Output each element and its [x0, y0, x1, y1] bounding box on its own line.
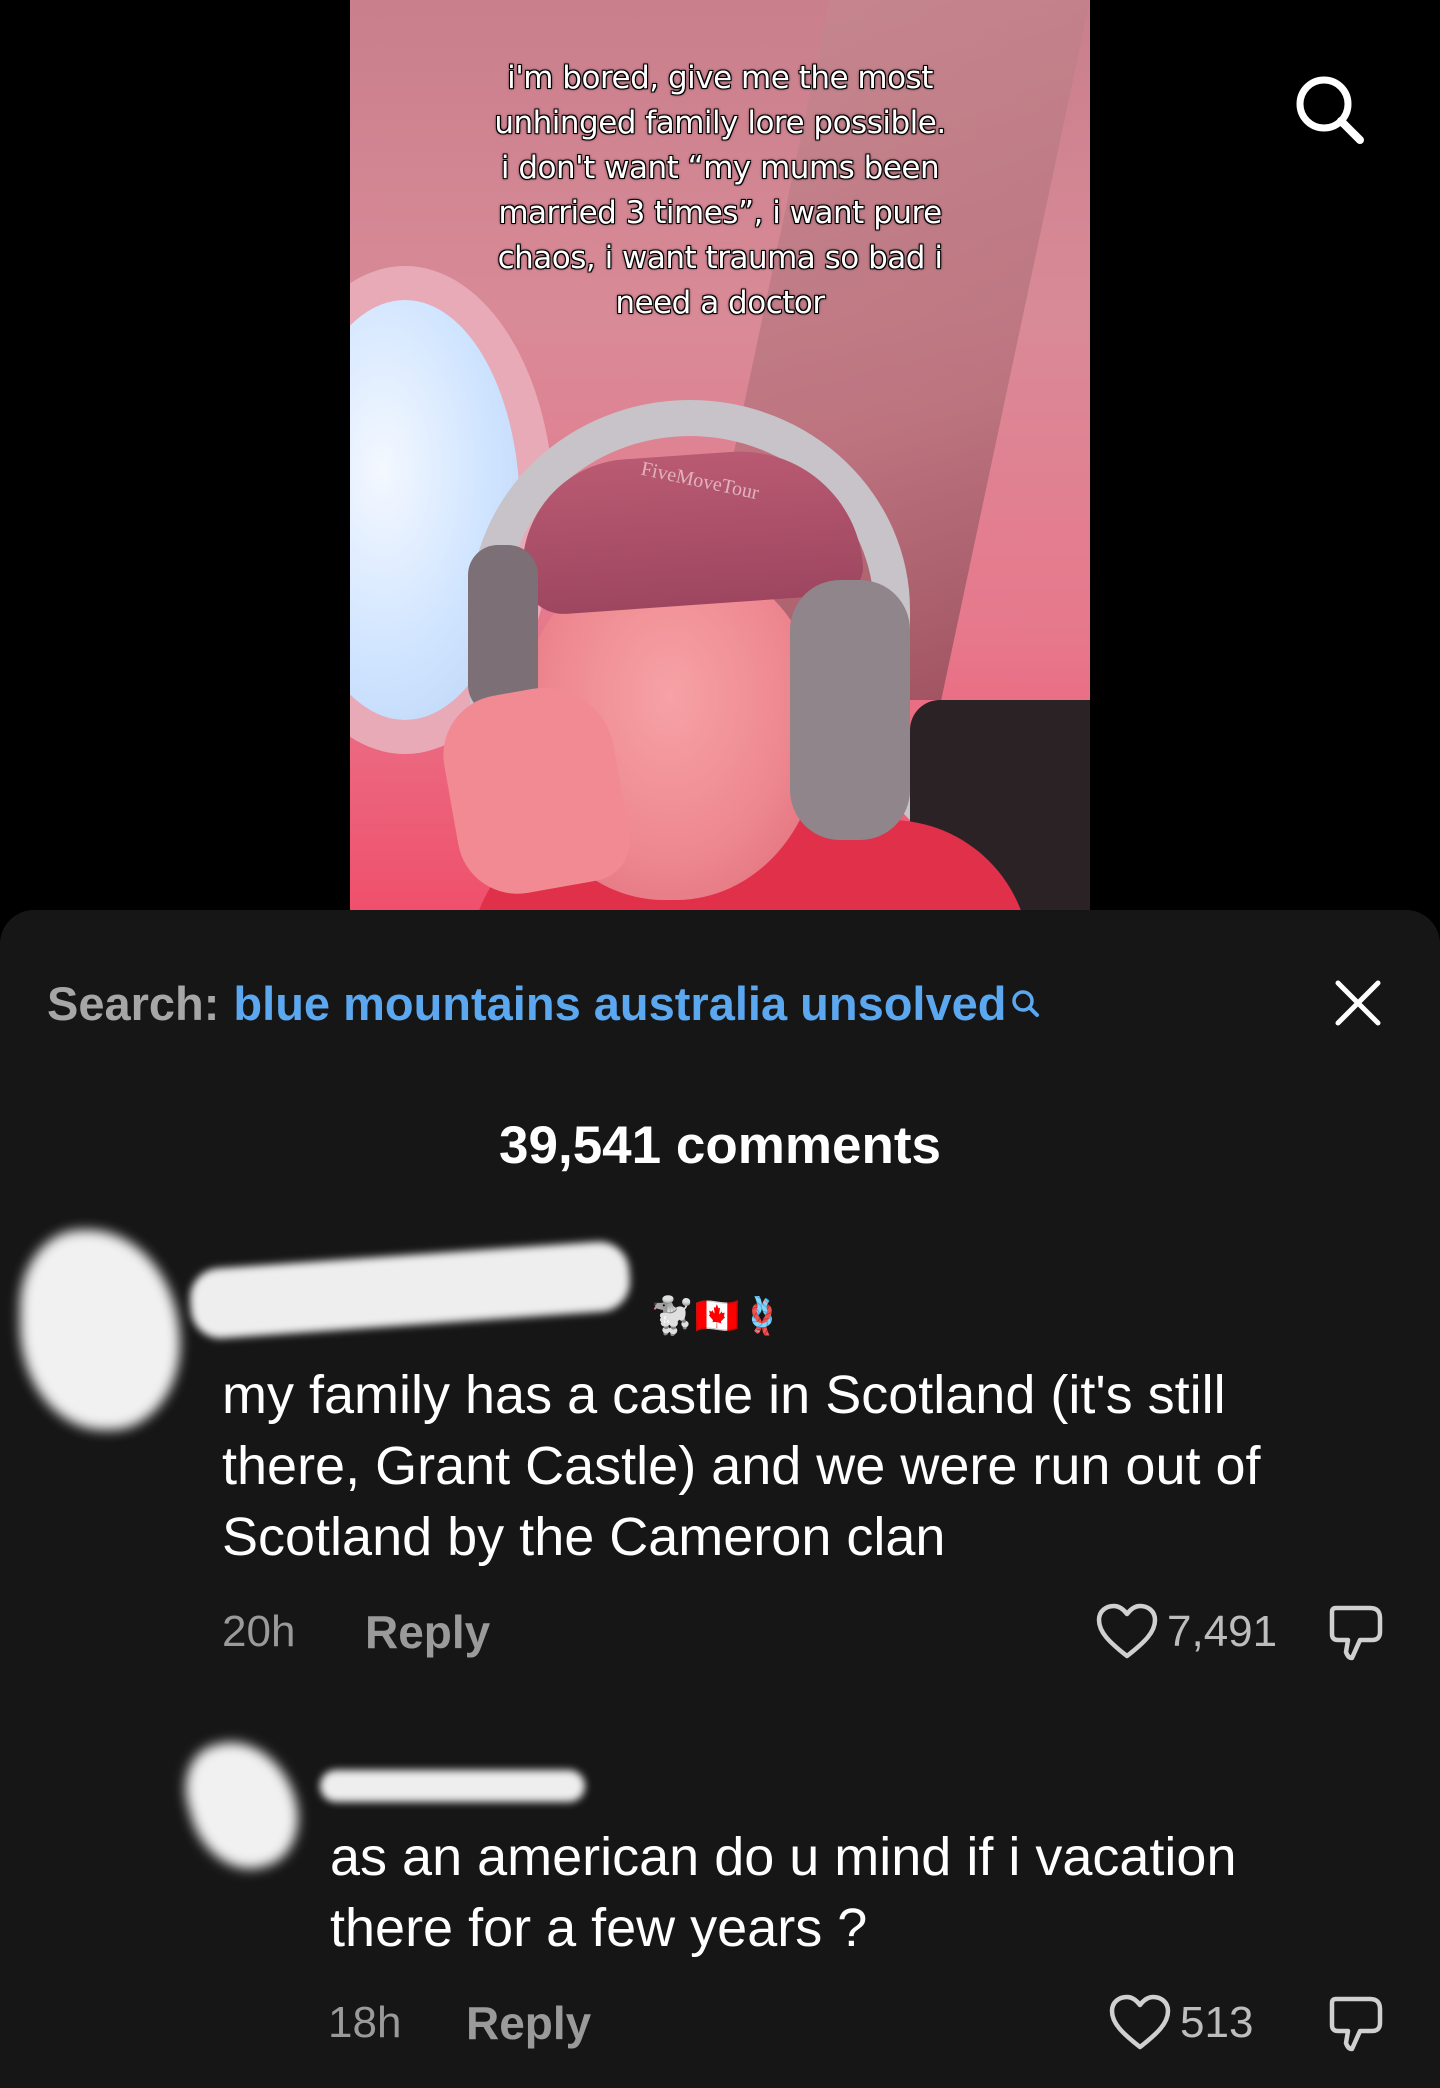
avatar-redacted[interactable]	[174, 1728, 311, 1882]
like-count: 513	[1180, 1998, 1254, 2047]
dislike-icon[interactable]	[1326, 1993, 1388, 2055]
reply-button[interactable]: Reply	[365, 1605, 490, 1659]
search-icon[interactable]	[1290, 70, 1370, 150]
like-button[interactable]: 7,491	[1095, 1602, 1277, 1662]
avatar-redacted[interactable]	[20, 1230, 180, 1430]
comment-line: there for a few years ?	[330, 1898, 868, 1958]
comment-text: my family has a castle in Scotland (it's…	[222, 1360, 1422, 1573]
search-suggestion[interactable]: Search: blue mountains australia unsolve…	[47, 976, 1040, 1033]
username-redacted[interactable]	[188, 1239, 632, 1341]
like-button[interactable]: 513	[1108, 1993, 1253, 2053]
caption-line: chaos, i want trauma so bad i	[497, 240, 943, 276]
comment-line: there, Grant Castle) and we were run out…	[222, 1436, 1261, 1496]
headphone-cup-right	[790, 580, 910, 840]
search-label: Search:	[47, 977, 220, 1030]
comment-count: 39,541 comments	[499, 1116, 941, 1175]
comment-time: 18h	[328, 1998, 402, 2047]
close-icon[interactable]	[1330, 975, 1386, 1031]
heart-icon	[1096, 1603, 1158, 1659]
comment-line: my family has a castle in Scotland (it's…	[222, 1365, 1226, 1425]
search-icon	[1010, 978, 1040, 1033]
video-caption: i'm bored, give me the most unhinged fam…	[350, 56, 1090, 326]
dislike-icon[interactable]	[1326, 1602, 1388, 1664]
comment-line: Scotland by the Cameron clan	[222, 1507, 946, 1567]
caption-line: i'm bored, give me the most	[507, 60, 933, 96]
caption-line: i don't want “my mums been	[500, 150, 940, 186]
search-term-link[interactable]: blue mountains australia unsolved	[233, 976, 1006, 1031]
heart-icon	[1109, 1994, 1171, 2050]
comment-text: as an american do u mind if i vacation t…	[330, 1822, 1440, 1964]
caption-line: married 3 times”, i want pure	[498, 195, 942, 231]
reply-button[interactable]: Reply	[466, 1996, 591, 2050]
name-emojis: 🐩🇨🇦🪢	[650, 1295, 785, 1336]
username-redacted[interactable]	[320, 1770, 585, 1802]
like-count: 7,491	[1167, 1607, 1278, 1656]
comments-sheet: Search: blue mountains australia unsolve…	[0, 910, 1440, 2088]
comment-time: 20h	[222, 1607, 296, 1656]
comment-line: as an american do u mind if i vacation	[330, 1827, 1237, 1887]
caption-line: unhinged family lore possible.	[494, 105, 946, 141]
video-player[interactable]: FiveMoveTour i'm bored, give me the most…	[350, 0, 1090, 910]
caption-line: need a doctor	[615, 285, 825, 321]
